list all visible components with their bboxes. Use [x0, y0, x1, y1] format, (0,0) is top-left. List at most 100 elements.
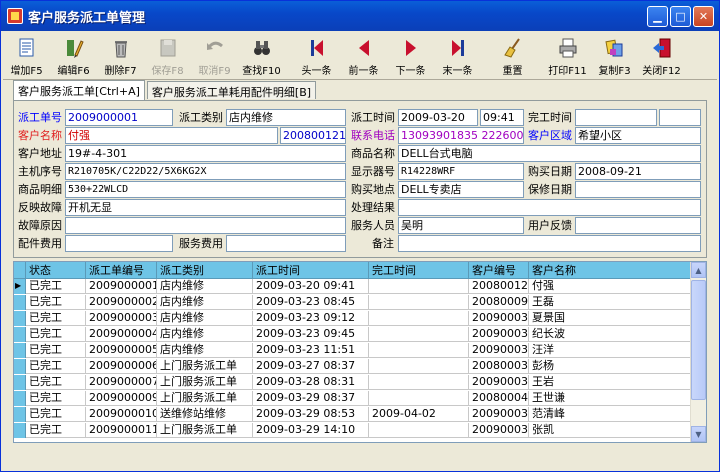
grid-header: 状态 派工单编号 派工类别 派工时间 完工时间 客户编号 客户名称 — [14, 262, 691, 279]
maximize-button[interactable]: □ — [670, 5, 691, 27]
toolbar: 增加F5 编辑F6 删除F7 保存F8 取消F9 查找F10 头一条 前一条 下一条 末一条 重置 打… — [3, 32, 717, 80]
table-cell: 已完工 — [26, 391, 86, 406]
table-cell: 2009000323 — [469, 327, 529, 342]
vertical-scrollbar[interactable]: ▲ ▼ — [690, 262, 706, 442]
customer-no-field[interactable]: 2008001210 — [280, 127, 346, 144]
minimize-icon: ▁ — [653, 9, 662, 23]
table-row[interactable]: 已完工 2009000007 上门服务派工单 2009-03-28 08:31 2009… — [14, 375, 691, 390]
scroll-down-button[interactable]: ▼ — [691, 426, 706, 442]
table-cell: 2009-03-28 08:31 — [253, 375, 369, 390]
table-row[interactable]: 已完工 2009000011 上门服务派工单 2009-03-29 14:10 2009… — [14, 423, 691, 438]
service-fee-label: 服务费用 — [179, 237, 223, 250]
minimize-button[interactable]: ▁ — [647, 5, 668, 27]
column-header[interactable]: 完工时间 — [369, 262, 469, 279]
first-label: 头一条 — [301, 66, 332, 77]
address-field[interactable]: 19#-4-301 — [65, 145, 346, 162]
copy-button[interactable]: 复制F3 — [591, 32, 638, 80]
table-cell: 张凯 — [529, 423, 691, 438]
buy-date-field[interactable]: 2008-09-21 — [575, 163, 701, 180]
table-cell: 2009000009 — [86, 391, 157, 406]
phone-field[interactable]: 13093901835 2226005 — [398, 127, 524, 144]
result-field[interactable] — [398, 199, 701, 216]
add-button[interactable]: 增加F5 — [3, 32, 50, 80]
warranty-field[interactable] — [575, 181, 701, 198]
delete-button[interactable]: 删除F7 — [97, 32, 144, 80]
close-window-button[interactable]: ✕ — [693, 5, 714, 27]
order-type-label: 派工类别 — [179, 111, 223, 124]
table-row[interactable]: 已完工 2009000005 店内维修 2009-03-23 11:51 2009000… — [14, 343, 691, 358]
table-cell: 2009000002 — [86, 295, 157, 310]
buy-place-field[interactable]: DELL专卖店 — [398, 181, 524, 198]
column-header[interactable]: 派工类别 — [157, 262, 253, 279]
scroll-thumb[interactable] — [691, 280, 706, 400]
edit-button[interactable]: 编辑F6 — [50, 32, 97, 80]
first-record-icon — [305, 36, 329, 60]
dispatch-date-field[interactable]: 2009-03-20 — [398, 109, 478, 126]
product-field[interactable]: DELL台式电脑 — [398, 145, 701, 162]
table-cell: 2009000004 — [86, 327, 157, 342]
display-sn-label: 显示器号 — [351, 165, 395, 178]
finish-clock-field[interactable] — [659, 109, 701, 126]
service-fee-field[interactable] — [226, 235, 346, 252]
feedback-field[interactable] — [575, 217, 701, 234]
app-icon — [7, 8, 23, 24]
cancel-button[interactable]: 取消F9 — [191, 32, 238, 80]
column-header[interactable]: 派工单编号 — [86, 262, 157, 279]
table-cell: 店内维修 — [157, 279, 253, 294]
cancel-label: 取消F9 — [198, 66, 231, 77]
finish-time-label: 完工时间 — [528, 111, 572, 124]
fault-field[interactable]: 开机无显 — [65, 199, 346, 216]
reset-button[interactable]: 重置 — [489, 32, 536, 80]
close-button[interactable]: 关闭F12 — [638, 32, 685, 80]
column-header[interactable]: 派工时间 — [253, 262, 369, 279]
scroll-up-button[interactable]: ▲ — [691, 262, 706, 278]
table-cell: 送维修站维修 — [157, 407, 253, 422]
product-detail-field[interactable]: 530+22WLCD — [65, 181, 346, 198]
tab-parts-detail[interactable]: 客户服务派工单耗用配件明细[B] — [146, 81, 317, 99]
print-button[interactable]: 打印F11 — [544, 32, 591, 80]
table-cell — [369, 375, 469, 390]
table-cell: 已完工 — [26, 295, 86, 310]
order-type-field[interactable]: 店内维修 — [226, 109, 346, 126]
order-no-field[interactable]: 2009000001 — [65, 109, 173, 126]
edit-label: 编辑F6 — [57, 66, 90, 77]
table-row[interactable]: ▶ 已完工 2009000001 店内维修 2009-03-20 09:41 200800… — [14, 279, 691, 294]
table-row[interactable]: 已完工 2009000004 店内维修 2009-03-23 09:45 2009000… — [14, 327, 691, 342]
tab-service-order[interactable]: 客户服务派工单[Ctrl+A] — [13, 80, 145, 100]
table-row[interactable]: 已完工 2009000010 送维修站维修 2009-03-29 08:53 2009-… — [14, 407, 691, 422]
region-field[interactable]: 希望小区 — [575, 127, 701, 144]
staff-field[interactable]: 吴明 — [398, 217, 524, 234]
last-button[interactable]: 末一条 — [434, 32, 481, 80]
table-cell: 上门服务派工单 — [157, 359, 253, 374]
finish-time-field[interactable] — [575, 109, 657, 126]
save-button[interactable]: 保存F8 — [144, 32, 191, 80]
table-row[interactable]: 已完工 2009000006 上门服务派工单 2009-03-27 08:37 2008… — [14, 359, 691, 374]
column-header[interactable]: 客户编号 — [469, 262, 529, 279]
table-cell: 彭杨 — [529, 359, 691, 374]
title-bar[interactable]: 客户服务派工单管理 ▁ □ ✕ — [1, 1, 719, 31]
row-indicator — [14, 295, 26, 310]
column-header[interactable]: 状态 — [26, 262, 86, 279]
last-record-icon — [446, 36, 470, 60]
column-header[interactable]: 客户名称 — [529, 262, 691, 279]
table-cell: 已完工 — [26, 375, 86, 390]
table-cell: 2008000399 — [469, 359, 529, 374]
find-button[interactable]: 查找F10 — [238, 32, 285, 80]
dispatch-clock-field[interactable]: 09:41 — [480, 109, 524, 126]
host-sn-field[interactable]: R210705K/C22D22/5X6KG2X — [65, 163, 346, 180]
table-row[interactable]: 已完工 2009000002 店内维修 2009-03-23 08:45 2008000… — [14, 295, 691, 310]
table-row[interactable]: 已完工 2009000003 店内维修 2009-03-23 09:12 2009000… — [14, 311, 691, 326]
next-button[interactable]: 下一条 — [387, 32, 434, 80]
first-button[interactable]: 头一条 — [293, 32, 340, 80]
row-indicator — [14, 423, 26, 438]
fault-reason-field[interactable] — [65, 217, 346, 234]
table-row[interactable]: 已完工 2009000009 上门服务派工单 2009-03-29 08:37 2008… — [14, 391, 691, 406]
customer-name-field[interactable]: 付强 — [65, 127, 278, 144]
row-indicator — [14, 359, 26, 374]
result-label: 处理结果 — [351, 201, 395, 214]
parts-fee-field[interactable] — [65, 235, 173, 252]
prev-button[interactable]: 前一条 — [340, 32, 387, 80]
table-cell: 2009-03-20 09:41 — [253, 279, 369, 294]
remark-field[interactable] — [398, 235, 701, 252]
display-sn-field[interactable]: R14228WRF — [398, 163, 524, 180]
